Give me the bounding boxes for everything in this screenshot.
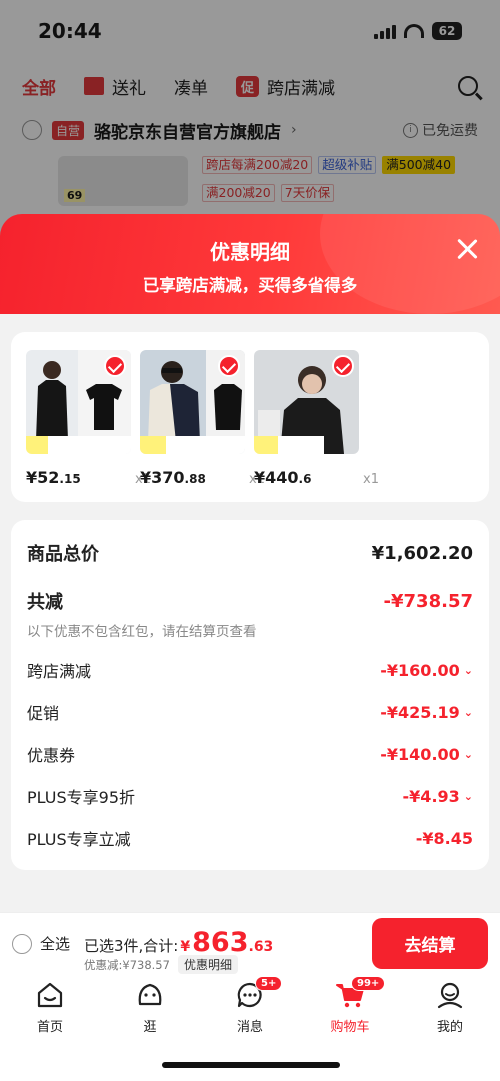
discount-value: -¥8.45 [415, 828, 473, 848]
discount-amount-text: 优惠减:¥738.57 [84, 957, 170, 972]
checkout-bar: 全选 已选3件,合计: ¥ 863.63 优惠减:¥738.57 优惠明细 去结… [0, 912, 500, 974]
close-icon[interactable] [456, 238, 478, 260]
discount-label: 优惠券 [27, 746, 76, 765]
discount-label: PLUS专享立减 [27, 830, 131, 849]
selected-count-text: 已选3件,合计: [84, 937, 179, 955]
product-price: ¥52.15 [26, 468, 81, 487]
selected-check-icon [332, 355, 354, 377]
product-item[interactable]: ¥370.88 x1 [140, 350, 265, 487]
products-card: ¥52.15 x1 ¥370.88 x1 ¥440.6 x1 [11, 332, 489, 502]
home-indicator [162, 1062, 340, 1068]
product-image [140, 350, 245, 454]
total-amount: 863.63 [192, 927, 274, 958]
checkout-button[interactable]: 去结算 [372, 918, 488, 969]
discount-value: -¥425.19 ⌄ [380, 702, 473, 722]
tab-label: 我的 [436, 1020, 463, 1035]
profile-icon [435, 980, 465, 1010]
message-badge: 5+ [255, 976, 283, 991]
chevron-down-icon: ⌄ [463, 705, 473, 719]
discount-value: -¥140.00 ⌄ [380, 744, 473, 764]
sheet-subtitle: 已享跨店满减，买得多省得多 [142, 276, 358, 295]
total-reduction-value: -¥738.57 [383, 590, 473, 612]
discount-label: PLUS专享95折 [27, 788, 135, 807]
product-price-row: ¥370.88 x1 [140, 468, 265, 487]
total-reduction-label: 共减 [27, 592, 63, 613]
discount-row-coupon[interactable]: 优惠券 -¥140.00 ⌄ [27, 742, 473, 766]
cart-badge: 99+ [351, 976, 386, 991]
discount-row-plus-instant: PLUS专享立减 -¥8.45 [27, 826, 473, 850]
chevron-down-icon: ⌄ [463, 747, 473, 761]
discount-detail-chip[interactable]: 优惠明细 [177, 955, 238, 974]
product-item[interactable]: ¥52.15 x1 [26, 350, 151, 487]
product-price: ¥440.6 [254, 468, 312, 487]
tab-label: 首页 [36, 1020, 63, 1035]
modal-overlay[interactable] [0, 0, 500, 240]
total-price-row: 商品总价 ¥1,602.20 [27, 540, 473, 566]
message-icon: 5+ [235, 976, 283, 1010]
discount-sheet-body: ¥52.15 x1 ¥370.88 x1 ¥440.6 x1 商品总价 ¥1,6… [0, 314, 500, 914]
price-summary-card: 商品总价 ¥1,602.20 共减 -¥738.57 以下优惠不包含红包，请在结… [11, 520, 489, 870]
selected-check-icon [218, 355, 240, 377]
total-currency: ¥ [180, 939, 191, 955]
discount-row-cross-store[interactable]: 跨店满减 -¥160.00 ⌄ [27, 658, 473, 682]
tab-profile[interactable]: 我的 [420, 980, 480, 1035]
discount-label: 跨店满减 [27, 662, 92, 681]
tab-browse[interactable]: 逛 [120, 980, 180, 1035]
discount-summary-line: 优惠减:¥738.57 优惠明细 [84, 955, 238, 974]
tab-cart[interactable]: 99+ 购物车 [320, 976, 386, 1035]
select-all-label: 全选 [40, 935, 71, 953]
product-price: ¥370.88 [140, 468, 206, 487]
reduction-note: 以下优惠不包含红包，请在结算页查看 [27, 624, 257, 640]
total-price-label: 商品总价 [27, 544, 99, 565]
discount-row-promotion[interactable]: 促销 -¥425.19 ⌄ [27, 700, 473, 724]
cart-icon: 99+ [335, 976, 386, 1010]
tab-label: 逛 [143, 1020, 157, 1035]
bottom-tab-bar: 首页 逛 5+ 消息 99+ 购物车 我的 [0, 974, 500, 1081]
tab-messages[interactable]: 5+ 消息 [220, 976, 283, 1035]
sheet-title: 优惠明细 [210, 240, 290, 264]
discount-value: -¥160.00 ⌄ [380, 660, 473, 680]
product-image [254, 350, 359, 454]
tab-label: 消息 [236, 1020, 263, 1035]
selected-check-icon [104, 355, 126, 377]
selected-total: 已选3件,合计: ¥ 863.63 [84, 927, 273, 958]
home-icon [35, 980, 65, 1010]
select-all-toggle[interactable]: 全选 [12, 933, 70, 954]
select-all-radio[interactable] [12, 933, 32, 954]
product-price-row: ¥440.6 x1 [254, 468, 379, 487]
product-item[interactable]: ¥440.6 x1 [254, 350, 379, 487]
tab-label: 购物车 [330, 1020, 370, 1035]
product-image [26, 350, 131, 454]
chevron-down-icon: ⌄ [463, 789, 473, 803]
total-price-value: ¥1,602.20 [371, 542, 473, 564]
browse-icon [135, 980, 165, 1010]
discount-sheet-header: 优惠明细 已享跨店满减，买得多省得多 [0, 214, 500, 318]
discount-row-plus-95[interactable]: PLUS专享95折 -¥4.93 ⌄ [27, 784, 473, 808]
discount-label: 促销 [27, 704, 60, 723]
total-reduction-row: 共减 -¥738.57 [27, 588, 473, 614]
chevron-down-icon: ⌄ [463, 663, 473, 677]
product-price-row: ¥52.15 x1 [26, 468, 151, 487]
discount-value: -¥4.93 ⌄ [402, 786, 473, 806]
product-quantity: x1 [363, 472, 379, 487]
tab-home[interactable]: 首页 [20, 980, 80, 1035]
